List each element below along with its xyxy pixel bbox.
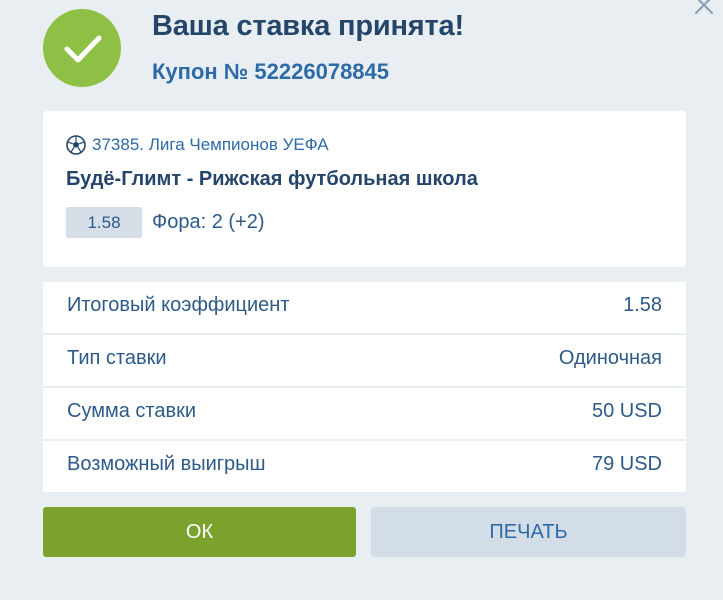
summary-value: 1.58 (623, 294, 662, 316)
print-button[interactable]: ПЕЧАТЬ (371, 507, 686, 557)
dialog-title: Ваша ставка принята! (152, 10, 464, 42)
bet-accepted-dialog: Ваша ставка принята! Купон № 52226078845… (0, 0, 723, 600)
odds-badge: 1.58 (66, 207, 142, 238)
summary-label: Итоговый коэффициент (67, 294, 290, 316)
soccer-ball-icon (66, 135, 86, 155)
league-name: 37385. Лига Чемпионов УЕФА (92, 135, 329, 154)
bet-market: Фора: 2 (+2) (152, 211, 265, 233)
summary-value: Одиночная (558, 347, 662, 369)
summary-value: 79 USD (591, 453, 662, 475)
close-icon[interactable] (693, 0, 715, 16)
coupon-number: Купон № 52226078845 (152, 59, 390, 84)
summary-label: Тип ставки (67, 347, 167, 369)
event-card: 37385. Лига Чемпионов УЕФА Будё-Глимт - … (43, 111, 686, 267)
summary-row-stake: Сумма ставки 50 USD (43, 388, 686, 439)
summary-row-total-odds: Итоговый коэффициент 1.58 (43, 282, 686, 333)
league-row: 37385. Лига Чемпионов УЕФА (66, 135, 329, 155)
checkmark-circle-icon (43, 9, 121, 87)
summary-row-bet-type: Тип ставки Одиночная (43, 335, 686, 386)
match-name: Будё-Глимт - Рижская футбольная школа (66, 168, 478, 190)
summary-label: Возможный выигрыш (67, 453, 266, 475)
summary-label: Сумма ставки (67, 400, 197, 422)
summary-value: 50 USD (591, 400, 662, 422)
summary-row-possible-win: Возможный выигрыш 79 USD (43, 441, 686, 492)
ok-button[interactable]: ОК (43, 507, 356, 557)
